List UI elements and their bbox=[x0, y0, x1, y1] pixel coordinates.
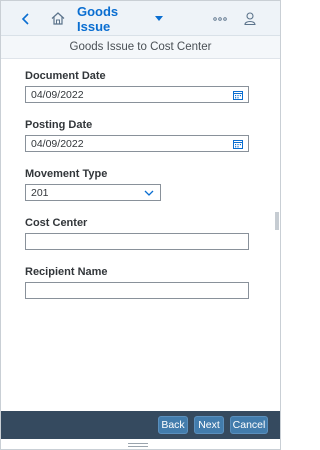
chevron-down-icon[interactable] bbox=[144, 189, 154, 197]
calendar-icon[interactable] bbox=[233, 139, 243, 149]
resize-grip-icon[interactable] bbox=[128, 442, 148, 448]
posting-date-label: Posting Date bbox=[25, 119, 93, 131]
back-icon bbox=[21, 12, 29, 25]
document-date-field[interactable]: 04/09/2022 bbox=[25, 86, 249, 103]
back-button[interactable] bbox=[13, 1, 39, 36]
next-button[interactable]: Next bbox=[194, 416, 224, 434]
page-subheader: Goods Issue to Cost Center bbox=[1, 36, 280, 59]
overflow-icon bbox=[213, 16, 227, 21]
recipient-name-label: Recipient Name bbox=[25, 266, 108, 278]
posting-date-value: 04/09/2022 bbox=[31, 137, 84, 150]
overflow-button[interactable] bbox=[207, 1, 233, 36]
cancel-button[interactable]: Cancel bbox=[230, 416, 268, 434]
caret-down-icon bbox=[155, 16, 163, 21]
recipient-name-input[interactable] bbox=[25, 282, 249, 299]
footer-toolbar: Back Next Cancel bbox=[1, 411, 280, 439]
page-title: Goods Issue to Cost Center bbox=[69, 41, 212, 53]
back-footer-button[interactable]: Back bbox=[158, 416, 188, 434]
document-date-value: 04/09/2022 bbox=[31, 88, 84, 101]
cost-center-input[interactable] bbox=[25, 233, 249, 250]
cost-center-label: Cost Center bbox=[25, 217, 88, 229]
calendar-icon[interactable] bbox=[233, 90, 243, 100]
splitter-handle[interactable] bbox=[275, 212, 279, 230]
movement-type-label: Movement Type bbox=[25, 168, 108, 180]
document-date-label: Document Date bbox=[25, 70, 106, 82]
home-icon bbox=[51, 12, 65, 25]
app-title: Goods Issue bbox=[77, 3, 119, 34]
app-title-menu[interactable]: Goods Issue bbox=[77, 1, 163, 36]
home-button[interactable] bbox=[45, 1, 71, 36]
user-icon bbox=[244, 12, 256, 25]
shell-bar: Goods Issue bbox=[1, 1, 280, 36]
movement-type-value: 201 bbox=[31, 186, 49, 199]
movement-type-select[interactable]: 201 bbox=[25, 184, 161, 201]
user-button[interactable] bbox=[237, 1, 263, 36]
posting-date-field[interactable]: 04/09/2022 bbox=[25, 135, 249, 152]
